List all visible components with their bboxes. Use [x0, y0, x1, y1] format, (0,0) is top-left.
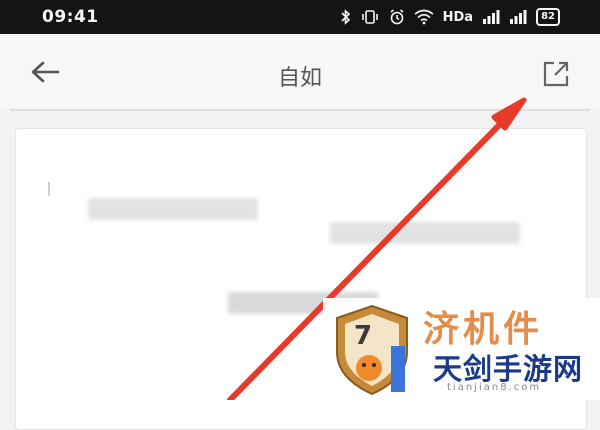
signal-icon-2: [509, 9, 527, 25]
header-divider: [10, 109, 590, 111]
blurred-text-2: [330, 222, 520, 244]
open-external-icon[interactable]: [540, 58, 572, 90]
watermark-url: tianjian8.com: [447, 382, 542, 393]
status-time: 09:41: [42, 7, 99, 27]
text-cursor: [48, 182, 50, 196]
battery-indicator: 82: [536, 8, 560, 26]
blurred-text-1: [88, 198, 258, 220]
watermark-line1: 济机件: [423, 309, 544, 350]
watermark: 7 济机件 天剑手游网 tianjian8.com: [323, 298, 600, 400]
svg-text:7: 7: [354, 321, 372, 351]
alarm-icon: [389, 9, 405, 25]
wifi-icon: [414, 9, 434, 25]
status-icons: HDa 82: [341, 6, 560, 28]
bluetooth-icon: [341, 9, 351, 25]
status-bar: 09:41 HDa 82: [0, 0, 600, 34]
network-label: HDa: [442, 9, 474, 25]
signal-icon-1: [482, 9, 500, 25]
vibrate-icon: [360, 9, 380, 25]
watermark-logo: 7: [336, 304, 408, 396]
page-title: 自如: [277, 66, 322, 91]
app-header: 自如: [0, 34, 600, 108]
